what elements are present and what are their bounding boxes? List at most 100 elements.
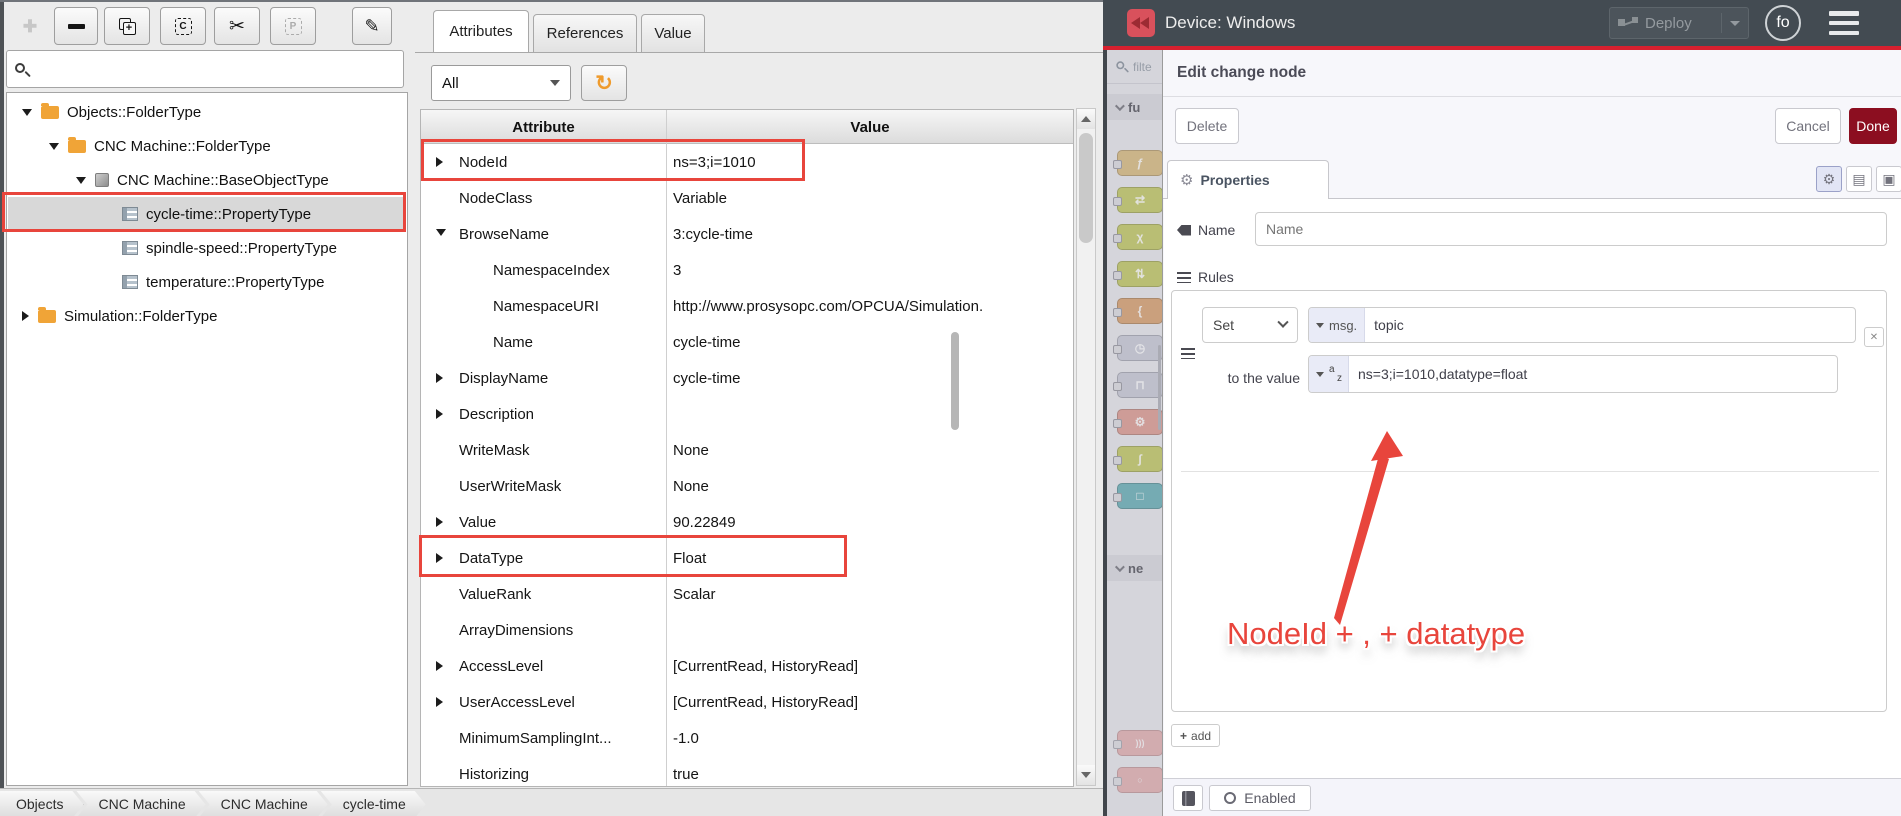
palette-node-http[interactable]: ○ — [1113, 767, 1162, 793]
palette-node-exec[interactable]: ⚙ — [1113, 409, 1162, 435]
deploy-button[interactable]: Deploy — [1609, 7, 1749, 39]
rule-property-field[interactable]: msg. topic — [1308, 307, 1856, 343]
avatar[interactable]: fo — [1765, 5, 1801, 41]
done-button[interactable]: Done — [1849, 108, 1897, 144]
duplicate-button[interactable]: + — [104, 7, 150, 45]
divider — [1163, 96, 1901, 97]
chevron-down-icon — [1277, 316, 1289, 328]
breadcrumb-tab-cnc-machine[interactable]: CNC Machine — [199, 791, 328, 816]
tree-item-Simulation[interactable]: Simulation::FolderType — [8, 299, 406, 333]
tab-properties[interactable]: ⚙ Properties — [1167, 160, 1329, 199]
table-row-Description[interactable]: Description — [421, 396, 1073, 432]
tree-item-CNC Machine[interactable]: CNC Machine::BaseObjectType — [8, 163, 406, 197]
tree-item-Objects[interactable]: Objects::FolderType — [8, 95, 406, 129]
menu-icon[interactable] — [1829, 11, 1859, 35]
breadcrumb-tab-cycle-time[interactable]: cycle-time — [321, 791, 426, 816]
palette-search[interactable]: filte — [1107, 50, 1162, 84]
add-rule-button[interactable]: + add — [1171, 724, 1221, 747]
table-row-ValueRank[interactable]: ValueRank Scalar — [421, 576, 1073, 612]
appearance-view-button[interactable]: ▣ — [1876, 166, 1901, 192]
expander-icon[interactable] — [436, 373, 443, 383]
node-info-button[interactable] — [1173, 785, 1203, 811]
rule-action-select[interactable]: Set — [1202, 307, 1298, 343]
tab-attributes[interactable]: Attributes — [433, 10, 529, 52]
table-row-UserWriteMask[interactable]: UserWriteMask None — [421, 468, 1073, 504]
table-row-BrowseName[interactable]: BrowseName 3:cycle-time — [421, 216, 1073, 252]
drag-handle-icon[interactable] — [1181, 347, 1195, 359]
palette-scrollbar-thumb[interactable] — [1158, 345, 1161, 430]
tree-item-cycle-time[interactable]: cycle-time::PropertyType — [8, 197, 406, 231]
palette-node-delay[interactable]: ◷ — [1113, 335, 1162, 361]
table-row-Historizing[interactable]: Historizing true — [421, 756, 1073, 786]
palette-node-function[interactable]: ƒ — [1113, 150, 1162, 176]
tab-references[interactable]: References — [533, 14, 637, 52]
table-row-DisplayName[interactable]: DisplayName cycle-time — [421, 360, 1073, 396]
expander-icon[interactable] — [436, 409, 443, 419]
tree-item-temperature[interactable]: temperature::PropertyType — [8, 265, 406, 299]
msg-type-chip[interactable]: msg. — [1309, 308, 1366, 342]
copy-button[interactable]: C — [160, 7, 206, 45]
table-row-Name[interactable]: Name cycle-time — [421, 324, 1073, 360]
tree-search-box[interactable] — [6, 50, 404, 88]
table-row-NodeClass[interactable]: NodeClass Variable — [421, 180, 1073, 216]
table-row-NodeId[interactable]: NodeId ns=3;i=1010 — [421, 144, 1073, 180]
minus-button[interactable] — [54, 7, 98, 45]
palette-category-ne[interactable]: ne — [1107, 555, 1162, 581]
expander-icon[interactable] — [436, 517, 443, 527]
refresh-button[interactable]: ↻ — [581, 65, 627, 101]
delete-button[interactable]: Delete — [1175, 108, 1239, 144]
edit-button[interactable]: ✎ — [352, 7, 392, 45]
tab-value[interactable]: Value — [641, 14, 705, 52]
palette-node-mqtt[interactable]: ))) — [1113, 730, 1162, 756]
expander-icon[interactable] — [22, 108, 32, 116]
palette-node-range[interactable]: ⇅ — [1113, 261, 1162, 287]
table-row-WriteMask[interactable]: WriteMask None — [421, 432, 1073, 468]
scroll-down-button[interactable] — [1077, 765, 1095, 785]
tree-item-spindle-speed[interactable]: spindle-speed::PropertyType — [8, 231, 406, 265]
table-row-ArrayDimensions[interactable]: ArrayDimensions — [421, 612, 1073, 648]
table-row-Value[interactable]: Value 90.22849 — [421, 504, 1073, 540]
scrollbar-thumb[interactable] — [1079, 133, 1093, 243]
table-row-MinimumSamplingInt[interactable]: MinimumSamplingInt... -1.0 — [421, 720, 1073, 756]
search-input[interactable] — [34, 60, 403, 78]
rule-value-field[interactable]: az ns=3;i=1010,datatype=float — [1308, 355, 1838, 393]
enabled-toggle-button[interactable]: Enabled — [1209, 785, 1311, 811]
table-row-AccessLevel[interactable]: AccessLevel [CurrentRead, HistoryRead] — [421, 648, 1073, 684]
tree-item-CNC Machine[interactable]: CNC Machine::FolderType — [8, 129, 406, 163]
chevron-down-icon[interactable] — [1730, 20, 1740, 26]
palette-category-fu[interactable]: fu — [1107, 94, 1162, 120]
table-row-NamespaceIndex[interactable]: NamespaceIndex 3 — [421, 252, 1073, 288]
cut-button[interactable]: ✂ — [214, 7, 260, 45]
properties-view-button[interactable]: ⚙ — [1816, 166, 1842, 192]
palette-node-change[interactable]: χ — [1113, 224, 1162, 250]
breadcrumb-tab-cnc-machine[interactable]: CNC Machine — [76, 791, 205, 816]
table-row-DataType[interactable]: DataType Float — [421, 540, 1073, 576]
table-row-NamespaceURI[interactable]: NamespaceURI http://www.prosysopc.com/OPC… — [421, 288, 1073, 324]
name-input[interactable] — [1255, 212, 1887, 246]
expander-icon[interactable] — [76, 176, 86, 184]
palette-node-template[interactable]: { — [1113, 298, 1162, 324]
expander-icon[interactable] — [436, 553, 443, 563]
table-row-UserAccessLevel[interactable]: UserAccessLevel [CurrentRead, HistoryRead… — [421, 684, 1073, 720]
expander-icon[interactable] — [436, 157, 443, 167]
attribute-filter-dropdown[interactable]: All — [431, 65, 571, 101]
cancel-button[interactable]: Cancel — [1775, 108, 1841, 144]
description-view-button[interactable]: ▤ — [1846, 166, 1872, 192]
table-scrollbar[interactable] — [1076, 108, 1096, 786]
node-port — [1113, 419, 1122, 428]
expander-icon[interactable] — [22, 311, 29, 321]
expander-icon[interactable] — [49, 142, 59, 150]
expander-icon[interactable] — [436, 661, 443, 671]
scroll-up-button[interactable] — [1077, 109, 1095, 129]
palette-node-filter[interactable]: ∫ — [1113, 446, 1162, 472]
search-icon — [15, 62, 31, 78]
palette-node-trigger[interactable]: ⊓ — [1113, 372, 1162, 398]
floating-scrollbar-thumb[interactable] — [951, 332, 959, 430]
expander-icon[interactable] — [436, 229, 446, 236]
string-type-chip[interactable]: az — [1309, 356, 1349, 392]
remove-rule-button[interactable]: ✕ — [1864, 327, 1884, 347]
breadcrumb-tab-objects[interactable]: Objects — [0, 791, 83, 816]
palette-node-switch[interactable]: ⇄ — [1113, 187, 1162, 213]
palette-node-link[interactable]: □ — [1113, 483, 1162, 509]
expander-icon[interactable] — [436, 697, 443, 707]
